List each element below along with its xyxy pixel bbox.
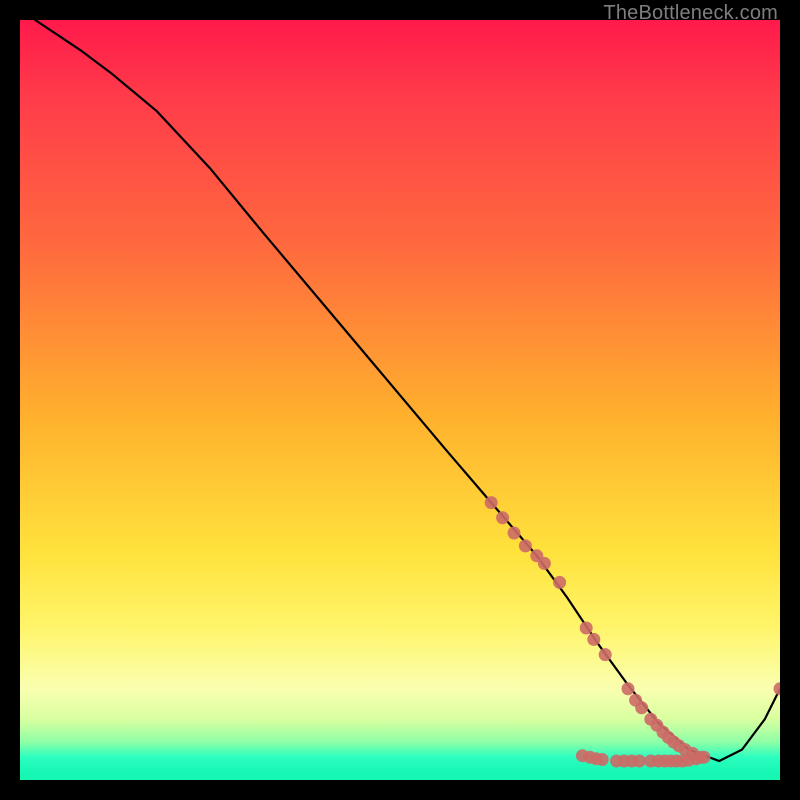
bottleneck-curve <box>35 20 780 761</box>
scatter-dot <box>633 755 646 768</box>
scatter-dot <box>508 527 521 540</box>
scatter-dot <box>596 753 609 766</box>
scatter-dot <box>587 633 600 646</box>
scatter-points-upper <box>485 496 780 764</box>
scatter-dot <box>485 496 498 509</box>
scatter-dot <box>496 511 509 524</box>
chart-plot <box>20 20 780 780</box>
watermark-text: TheBottleneck.com <box>603 2 778 25</box>
scatter-dot <box>553 576 566 589</box>
scatter-dot <box>698 751 711 764</box>
scatter-dot <box>519 539 532 552</box>
scatter-dot <box>622 682 635 695</box>
scatter-dot <box>635 701 648 714</box>
scatter-dot <box>599 648 612 661</box>
scatter-dot <box>774 682 781 695</box>
scatter-dot <box>538 557 551 570</box>
chart-frame <box>20 20 780 780</box>
scatter-dot <box>580 622 593 635</box>
